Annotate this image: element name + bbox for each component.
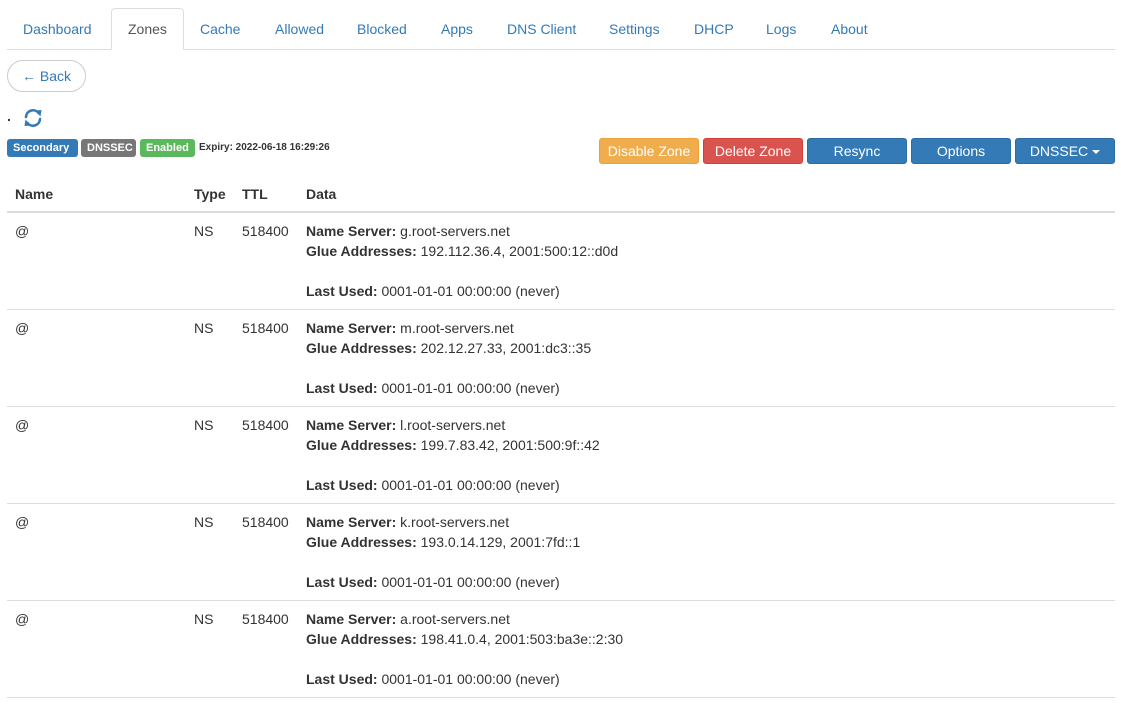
record-ttl: 518400	[242, 514, 289, 530]
column-type-header[interactable]: Type	[194, 186, 226, 202]
caret-down-icon	[1092, 150, 1101, 155]
last-used-line: Last Used: 0001-01-01 00:00:00 (never)	[306, 671, 560, 687]
back-button[interactable]: ← Back	[7, 60, 86, 92]
glue-value: 199.7.83.42, 2001:500:9f::42	[420, 437, 600, 453]
column-ttl-header[interactable]: TTL	[242, 186, 268, 202]
last-used-label: Last Used:	[306, 671, 378, 687]
column-data-header[interactable]: Data	[306, 186, 336, 202]
disable-zone-button[interactable]: Disable Zone	[599, 138, 699, 164]
glue-label: Glue Addresses:	[306, 437, 417, 453]
last-used-label: Last Used:	[306, 477, 378, 493]
enabled-badge: Enabled	[140, 139, 195, 157]
record-type: NS	[194, 320, 214, 336]
glue-line: Glue Addresses: 192.112.36.4, 2001:500:1…	[306, 243, 618, 259]
zone-type-badge: Secondary	[7, 139, 78, 157]
last-used-line: Last Used: 0001-01-01 00:00:00 (never)	[306, 283, 560, 299]
last-used-value: 0001-01-01 00:00:00 (never)	[381, 671, 560, 687]
delete-zone-button[interactable]: Delete Zone	[703, 138, 803, 164]
table-row: @ NS 518400 Name Server: l.root-servers.…	[7, 407, 1115, 504]
glue-value: 193.0.14.129, 2001:7fd::1	[420, 534, 581, 550]
glue-value: 202.12.27.33, 2001:dc3::35	[420, 340, 592, 356]
glue-label: Glue Addresses:	[306, 631, 417, 647]
glue-value: 192.112.36.4, 2001:500:12::d0d	[420, 243, 619, 259]
dnssec-badge: DNSSEC	[81, 139, 136, 157]
name-server-value: g.root-servers.net	[400, 223, 510, 239]
record-type: NS	[194, 417, 214, 433]
glue-line: Glue Addresses: 193.0.14.129, 2001:7fd::…	[306, 534, 580, 550]
last-used-line: Last Used: 0001-01-01 00:00:00 (never)	[306, 477, 560, 493]
table-row: @ NS 518400 Name Server: m.root-servers.…	[7, 310, 1115, 407]
name-server-value: m.root-servers.net	[400, 320, 514, 336]
last-used-value: 0001-01-01 00:00:00 (never)	[381, 477, 560, 493]
record-ttl: 518400	[242, 320, 289, 336]
tab-allowed[interactable]: Allowed	[259, 8, 340, 50]
glue-value: 198.41.0.4, 2001:503:ba3e::2:30	[420, 631, 624, 647]
tab-dns-client[interactable]: DNS Client	[491, 8, 592, 50]
resync-button[interactable]: Resync	[807, 138, 907, 164]
tab-zones[interactable]: Zones	[111, 8, 184, 50]
record-ttl: 518400	[242, 611, 289, 627]
name-server-line: Name Server: l.root-servers.net	[306, 417, 505, 433]
tab-dashboard[interactable]: Dashboard	[7, 8, 108, 50]
options-button[interactable]: Options	[911, 138, 1011, 164]
last-used-line: Last Used: 0001-01-01 00:00:00 (never)	[306, 380, 560, 396]
name-server-label: Name Server:	[306, 611, 397, 627]
name-server-label: Name Server:	[306, 417, 397, 433]
last-used-label: Last Used:	[306, 380, 378, 396]
glue-label: Glue Addresses:	[306, 243, 417, 259]
tab-blocked[interactable]: Blocked	[341, 8, 423, 50]
table-header: Name Type TTL Data	[7, 176, 1115, 213]
glue-label: Glue Addresses:	[306, 534, 417, 550]
tab-dhcp[interactable]: DHCP	[678, 8, 750, 50]
name-server-value: l.root-servers.net	[400, 417, 506, 433]
record-name: @	[15, 417, 30, 433]
last-used-label: Last Used:	[306, 574, 378, 590]
tab-logs[interactable]: Logs	[750, 8, 812, 50]
glue-line: Glue Addresses: 198.41.0.4, 2001:503:ba3…	[306, 631, 623, 647]
glue-line: Glue Addresses: 199.7.83.42, 2001:500:9f…	[306, 437, 600, 453]
last-used-line: Last Used: 0001-01-01 00:00:00 (never)	[306, 574, 560, 590]
dnssec-dropdown-button[interactable]: DNSSEC	[1015, 138, 1115, 164]
name-server-value: k.root-servers.net	[400, 514, 510, 530]
glue-line: Glue Addresses: 202.12.27.33, 2001:dc3::…	[306, 340, 591, 356]
last-used-value: 0001-01-01 00:00:00 (never)	[381, 380, 560, 396]
name-server-label: Name Server:	[306, 514, 397, 530]
record-name: @	[15, 514, 30, 530]
column-name-header[interactable]: Name	[15, 186, 53, 202]
last-used-value: 0001-01-01 00:00:00 (never)	[381, 574, 560, 590]
name-server-line: Name Server: k.root-servers.net	[306, 514, 509, 530]
nav-tabs: Dashboard Zones Cache Allowed Blocked Ap…	[7, 8, 1115, 50]
record-ttl: 518400	[242, 223, 289, 239]
refresh-icon[interactable]	[22, 107, 44, 129]
record-name: @	[15, 611, 30, 627]
tab-about[interactable]: About	[815, 8, 884, 50]
glue-label: Glue Addresses:	[306, 340, 417, 356]
table-row: @ NS 518400 Name Server: k.root-servers.…	[7, 504, 1115, 601]
name-server-label: Name Server:	[306, 320, 397, 336]
name-server-line: Name Server: m.root-servers.net	[306, 320, 514, 336]
record-name: @	[15, 320, 30, 336]
last-used-value: 0001-01-01 00:00:00 (never)	[381, 283, 560, 299]
name-server-line: Name Server: a.root-servers.net	[306, 611, 510, 627]
table-row: @ NS 518400 Name Server: a.root-servers.…	[7, 601, 1115, 698]
zone-expiry: Expiry: 2022-06-18 16:29:26	[199, 142, 330, 153]
tab-settings[interactable]: Settings	[593, 8, 676, 50]
record-type: NS	[194, 514, 214, 530]
name-server-line: Name Server: g.root-servers.net	[306, 223, 510, 239]
last-used-label: Last Used:	[306, 283, 378, 299]
record-type: NS	[194, 223, 214, 239]
name-server-label: Name Server:	[306, 223, 397, 239]
tab-apps[interactable]: Apps	[425, 8, 489, 50]
record-type: NS	[194, 611, 214, 627]
table-row: @ NS 518400 Name Server: g.root-servers.…	[7, 213, 1115, 310]
name-server-value: a.root-servers.net	[400, 611, 510, 627]
dnssec-dropdown-label: DNSSEC	[1029, 143, 1089, 159]
record-name: @	[15, 223, 30, 239]
tab-cache[interactable]: Cache	[184, 8, 256, 50]
zone-name: .	[7, 108, 11, 124]
record-ttl: 518400	[242, 417, 289, 433]
records-table: Name Type TTL Data @ NS 518400 Name Serv…	[7, 176, 1115, 698]
